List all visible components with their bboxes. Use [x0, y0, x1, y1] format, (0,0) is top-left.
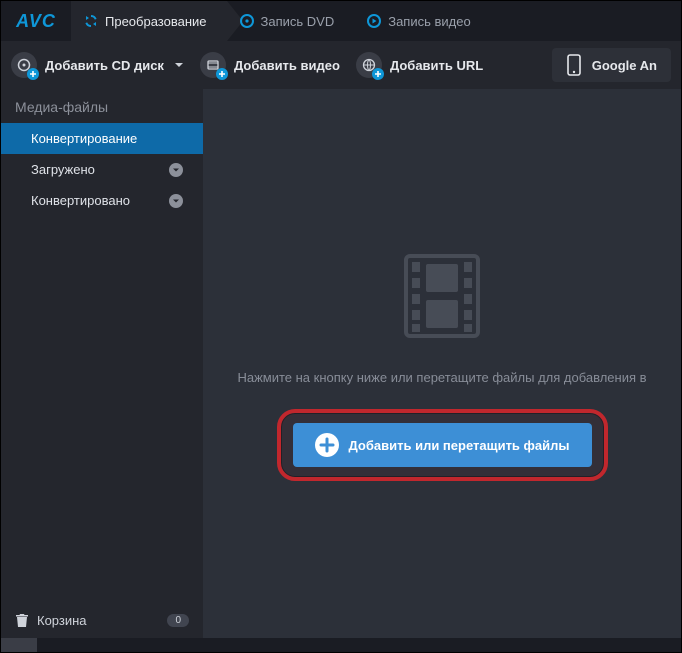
chevron-down-icon [169, 163, 183, 177]
plus-badge-icon [27, 68, 39, 80]
add-video-button[interactable]: Добавить видео [200, 52, 340, 78]
main-area: Медиа-файлы Конвертирование Загружено Ко… [1, 89, 681, 638]
sidebar-item-label: Загружено [31, 162, 95, 177]
chevron-down-icon [169, 194, 183, 208]
button-label: Добавить или перетащить файлы [349, 438, 570, 453]
tab-burn-dvd[interactable]: Запись DVD [227, 1, 355, 41]
refresh-icon [83, 13, 99, 29]
phone-icon [566, 54, 582, 76]
button-label: Добавить URL [390, 58, 483, 73]
sidebar-item-label: Конвертировано [31, 193, 130, 208]
tab-label: Запись видео [388, 14, 470, 29]
sidebar-item-converted[interactable]: Конвертировано [1, 185, 203, 216]
app-logo: AVC [1, 1, 71, 41]
sidebar-item-converting[interactable]: Конвертирование [1, 123, 203, 154]
device-label: Google An [592, 58, 657, 73]
tab-label: Преобразование [105, 14, 207, 29]
tab-convert[interactable]: Преобразование [71, 1, 227, 41]
add-cd-button[interactable]: Добавить CD диск [11, 52, 184, 78]
trash-label: Корзина [37, 613, 87, 628]
film-placeholder-icon [392, 246, 492, 346]
app-window: AVC Преобразование Запись DVD Запись вид… [0, 0, 682, 653]
toolbar: Добавить CD диск Добавить видео Добавить… [1, 41, 681, 89]
status-bar [1, 638, 681, 652]
trash-button[interactable]: Корзина 0 [1, 602, 203, 638]
sidebar-title: Медиа-файлы [1, 89, 203, 123]
add-files-button[interactable]: Добавить или перетащить файлы [293, 423, 592, 467]
sidebar-item-label: Конвертирование [31, 131, 137, 146]
plus-icon [315, 433, 339, 457]
globe-icon [356, 52, 382, 78]
trash-count: 0 [167, 614, 189, 627]
disc-icon [239, 13, 255, 29]
sidebar-spacer [1, 216, 203, 602]
play-icon [366, 13, 382, 29]
status-mark [1, 638, 37, 652]
sidebar: Медиа-файлы Конвертирование Загружено Ко… [1, 89, 203, 638]
output-device-button[interactable]: Google An [552, 48, 671, 82]
button-label: Добавить CD диск [45, 58, 164, 73]
add-button-highlight: Добавить или перетащить файлы [277, 409, 608, 481]
tab-strip: AVC Преобразование Запись DVD Запись вид… [1, 1, 681, 41]
disc-icon [11, 52, 37, 78]
sidebar-item-downloaded[interactable]: Загружено [1, 154, 203, 185]
chevron-down-icon [174, 60, 184, 70]
film-icon [200, 52, 226, 78]
trash-icon [15, 612, 29, 628]
plus-badge-icon [372, 68, 384, 80]
drop-hint-text: Нажмите на кнопку ниже или перетащите фа… [237, 370, 646, 385]
tab-record-video[interactable]: Запись видео [354, 1, 490, 41]
content-area[interactable]: Нажмите на кнопку ниже или перетащите фа… [203, 89, 681, 638]
button-label: Добавить видео [234, 58, 340, 73]
add-url-button[interactable]: Добавить URL [356, 52, 483, 78]
plus-badge-icon [216, 68, 228, 80]
tab-label: Запись DVD [261, 14, 335, 29]
